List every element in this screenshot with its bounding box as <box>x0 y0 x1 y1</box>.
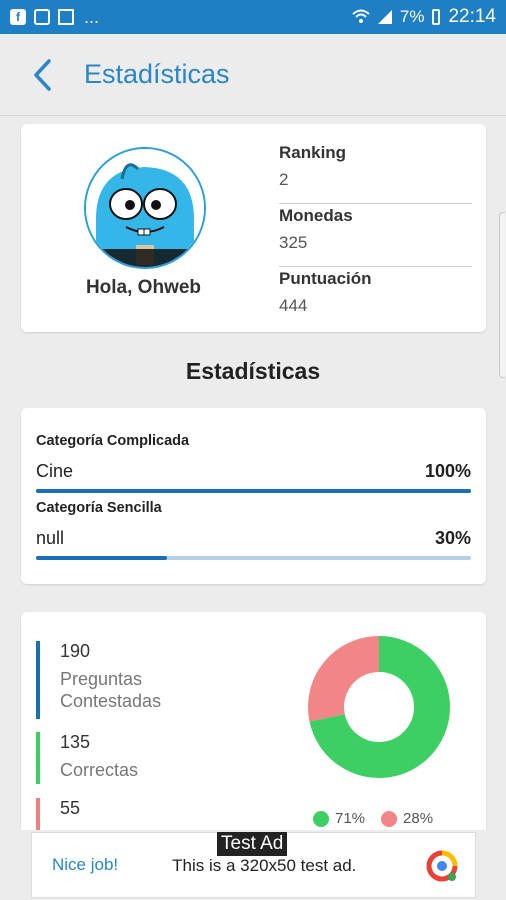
category-percent: 30% <box>434 528 471 548</box>
summary-number: 55 <box>60 798 81 818</box>
status-bar: f ... 7% 22:14 <box>0 0 506 34</box>
signal-icon <box>377 10 392 24</box>
legend-item-incorrect: 28% <box>381 810 433 827</box>
image-icon <box>34 9 50 25</box>
category-name: null <box>36 528 65 548</box>
category-heading: Categoría Sencilla <box>36 500 162 516</box>
summary-label-line: Preguntas <box>60 669 143 689</box>
chart-legend: 71% 28% <box>313 810 433 827</box>
legend-dot <box>381 810 398 827</box>
categories-card: Categoría Complicada Cine 100% Categoría… <box>21 408 486 584</box>
profile-stats: Ranking 2 Monedas 325 Puntuación 444 <box>279 141 472 330</box>
summary-number: 190 <box>60 641 91 661</box>
chevron-left-icon <box>34 58 51 91</box>
page-title: Estadísticas <box>84 59 230 89</box>
progress-bar <box>36 556 471 560</box>
stat-label: Ranking <box>279 143 347 162</box>
summary-number: 135 <box>60 732 91 752</box>
legend-dot <box>313 810 329 827</box>
back-button[interactable] <box>22 55 62 95</box>
progress-bar <box>36 489 471 493</box>
progress-bar-fill <box>36 489 471 493</box>
summary-label-line: Contestadas <box>60 691 162 711</box>
gumball-avatar-image <box>86 149 204 267</box>
avatar <box>84 147 206 269</box>
progress-bar-fill <box>36 556 167 560</box>
donut-chart <box>308 636 450 778</box>
summary-label: Correctas <box>60 760 139 780</box>
ad-text: This is a 320x50 test ad. <box>172 856 357 875</box>
scroll-handle[interactable] <box>499 212 505 378</box>
section-title: Estadísticas <box>185 358 321 384</box>
battery-percent: 7% <box>399 7 425 26</box>
legend-label: 71% <box>335 810 366 827</box>
donut-slice-incorrectas <box>308 636 380 722</box>
stat-value: 2 <box>279 170 289 189</box>
app-bar: Estadísticas <box>0 34 506 116</box>
wifi-icon <box>352 9 370 23</box>
stat-monedas: Monedas 325 <box>279 204 472 267</box>
ad-logo-icon <box>426 850 458 882</box>
battery-icon <box>432 9 441 25</box>
summary-item-correct: 135 Correctas <box>36 732 138 784</box>
ad-nice-text: Nice job! <box>52 855 119 874</box>
greeting: Hola, Ohweb <box>85 277 202 298</box>
ad-tag: Test Ad <box>217 832 288 856</box>
category-name: Cine <box>36 461 74 481</box>
stat-label: Puntuación <box>279 269 372 288</box>
facebook-icon: f <box>10 9 26 25</box>
mail-icon <box>58 9 74 25</box>
category-percent: 100% <box>424 461 471 481</box>
stat-ranking: Ranking 2 <box>279 141 472 204</box>
summary-label: Preguntas Contestadas <box>60 668 161 712</box>
stat-value: 444 <box>279 296 308 315</box>
more-notifications: ... <box>84 6 100 27</box>
stat-value: 325 <box>279 233 308 252</box>
legend-label: 28% <box>403 810 434 827</box>
category-complicada: Categoría Complicada Cine 100% <box>36 433 471 493</box>
summary-card: 190 Preguntas Contestadas 135 Correctas … <box>21 612 486 852</box>
clock: 22:14 <box>448 6 496 27</box>
category-heading: Categoría Complicada <box>36 433 190 449</box>
stat-puntuacion: Puntuación 444 <box>279 267 472 330</box>
stat-label: Monedas <box>279 206 353 225</box>
category-sencilla: Categoría Sencilla null 30% <box>36 500 471 560</box>
profile-card: Hola, Ohweb Ranking 2 Monedas 325 Puntua… <box>21 124 486 332</box>
legend-item-correct: 71% <box>313 810 365 827</box>
summary-item-answered: 190 Preguntas Contestadas <box>36 641 161 719</box>
